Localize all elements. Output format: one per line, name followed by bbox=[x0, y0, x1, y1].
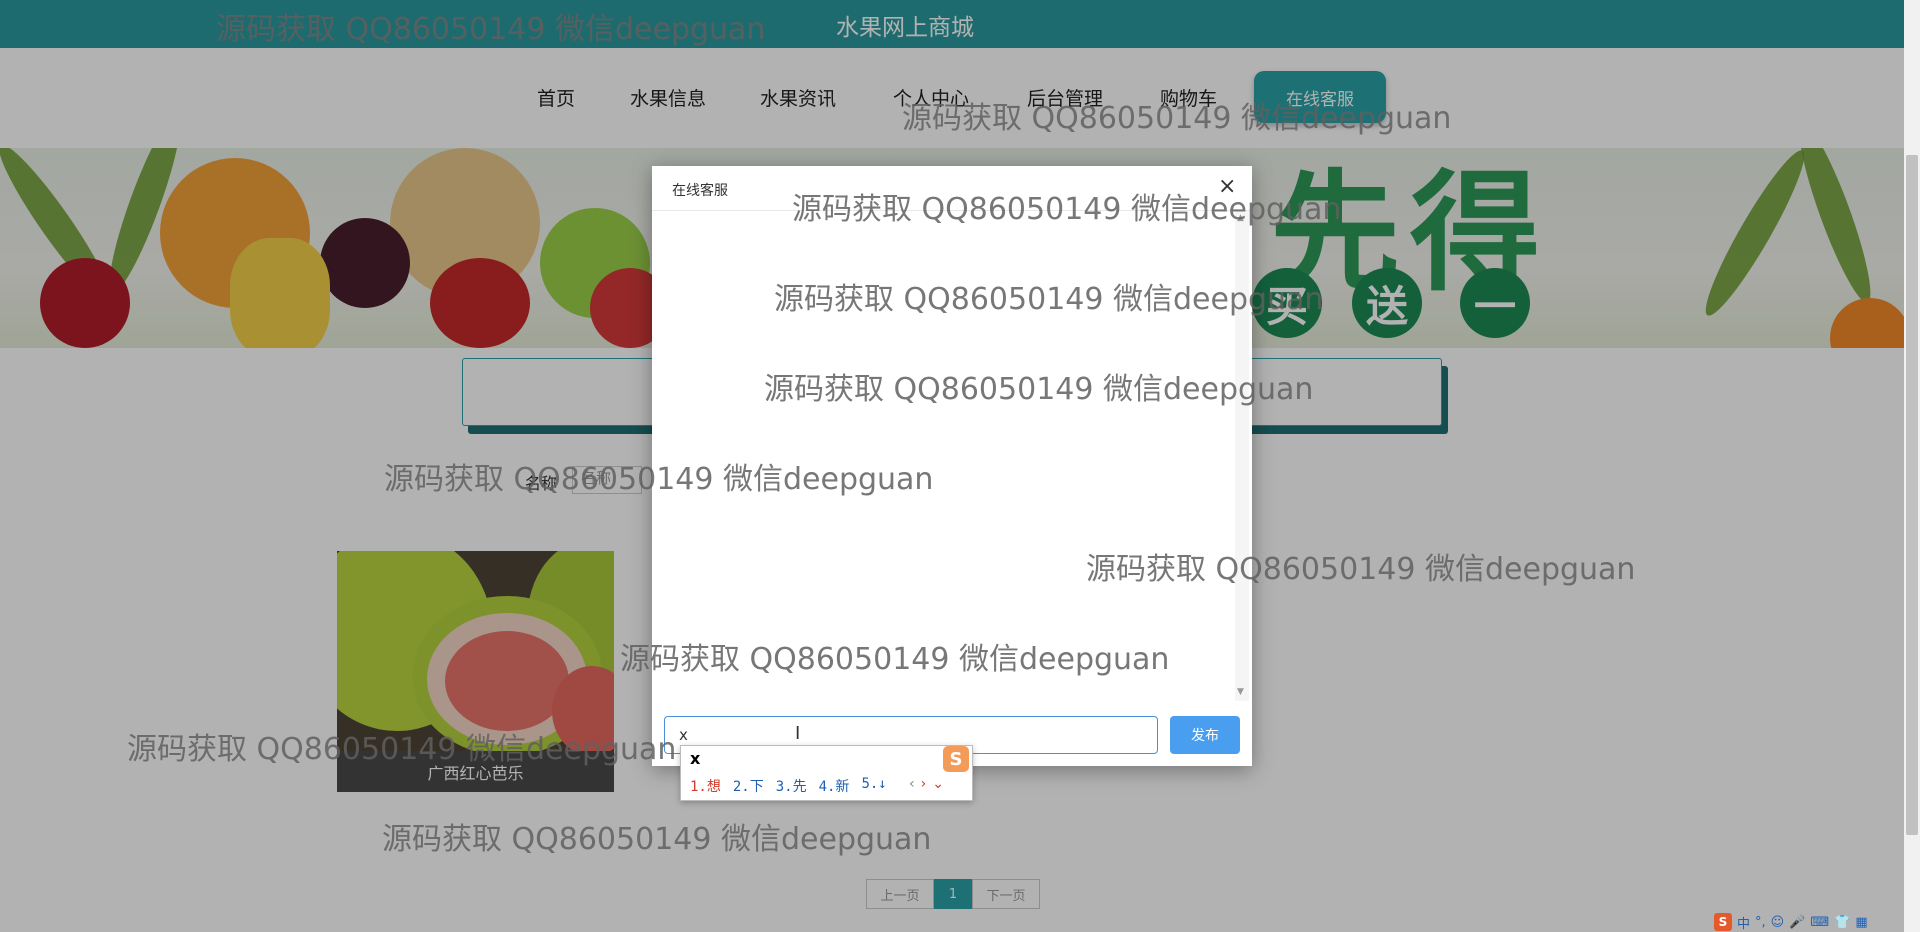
ime-prev-page-icon[interactable]: ‹ bbox=[909, 776, 915, 792]
ime-voice-icon[interactable]: 🎤 bbox=[1789, 915, 1805, 930]
ime-next-page-icon[interactable]: › bbox=[921, 776, 927, 792]
ime-emoji-icon[interactable]: ☺ bbox=[1771, 915, 1785, 930]
ime-candidate-popup[interactable]: x 1.想 2.下 3.先 4.新 5.↓ ‹ › ⌄ S bbox=[680, 745, 973, 801]
page-scrollbar[interactable] bbox=[1904, 0, 1920, 932]
scroll-down-icon[interactable]: ▼ bbox=[1237, 687, 1244, 697]
ime-candidate[interactable]: 3.先 bbox=[776, 776, 807, 796]
ime-candidate[interactable]: 5.↓ bbox=[861, 776, 886, 796]
ime-keyboard-icon[interactable]: ⌨ bbox=[1810, 915, 1829, 930]
ime-candidate[interactable]: 4.新 bbox=[819, 776, 850, 796]
dialog-title: 在线客服 bbox=[672, 183, 728, 199]
ime-expand-icon[interactable]: ⌄ bbox=[932, 776, 944, 792]
ime-candidate[interactable]: 1.想 bbox=[690, 776, 721, 796]
close-icon[interactable]: × bbox=[1218, 174, 1236, 199]
publish-button[interactable]: 发布 bbox=[1170, 716, 1240, 754]
ime-tray-logo-icon[interactable]: S bbox=[1714, 913, 1732, 931]
ime-chinese-mode-icon[interactable]: 中 bbox=[1737, 913, 1750, 932]
ime-logo-icon: S bbox=[943, 746, 969, 772]
chat-input-value: x bbox=[679, 726, 688, 744]
scroll-up-icon[interactable]: ▲ bbox=[1237, 213, 1244, 223]
chat-message-area[interactable] bbox=[652, 211, 1252, 701]
ime-candidate[interactable]: 2.下 bbox=[733, 776, 764, 796]
ime-toolbox-icon[interactable]: ▦ bbox=[1855, 915, 1867, 930]
scrollbar-thumb[interactable] bbox=[1906, 155, 1918, 835]
ime-composition: x bbox=[690, 749, 701, 768]
ime-status-tray[interactable]: S 中 °, ☺ 🎤 ⌨ 👕 ▦ bbox=[1714, 912, 1868, 932]
text-cursor-icon: I bbox=[795, 723, 801, 744]
chat-scrollbar[interactable]: ▲ ▼ bbox=[1235, 211, 1249, 701]
ime-punctuation-icon[interactable]: °, bbox=[1755, 915, 1766, 930]
ime-skin-icon[interactable]: 👕 bbox=[1834, 915, 1850, 930]
customer-service-dialog: 在线客服 × ▲ ▼ x I 发布 bbox=[652, 166, 1252, 766]
